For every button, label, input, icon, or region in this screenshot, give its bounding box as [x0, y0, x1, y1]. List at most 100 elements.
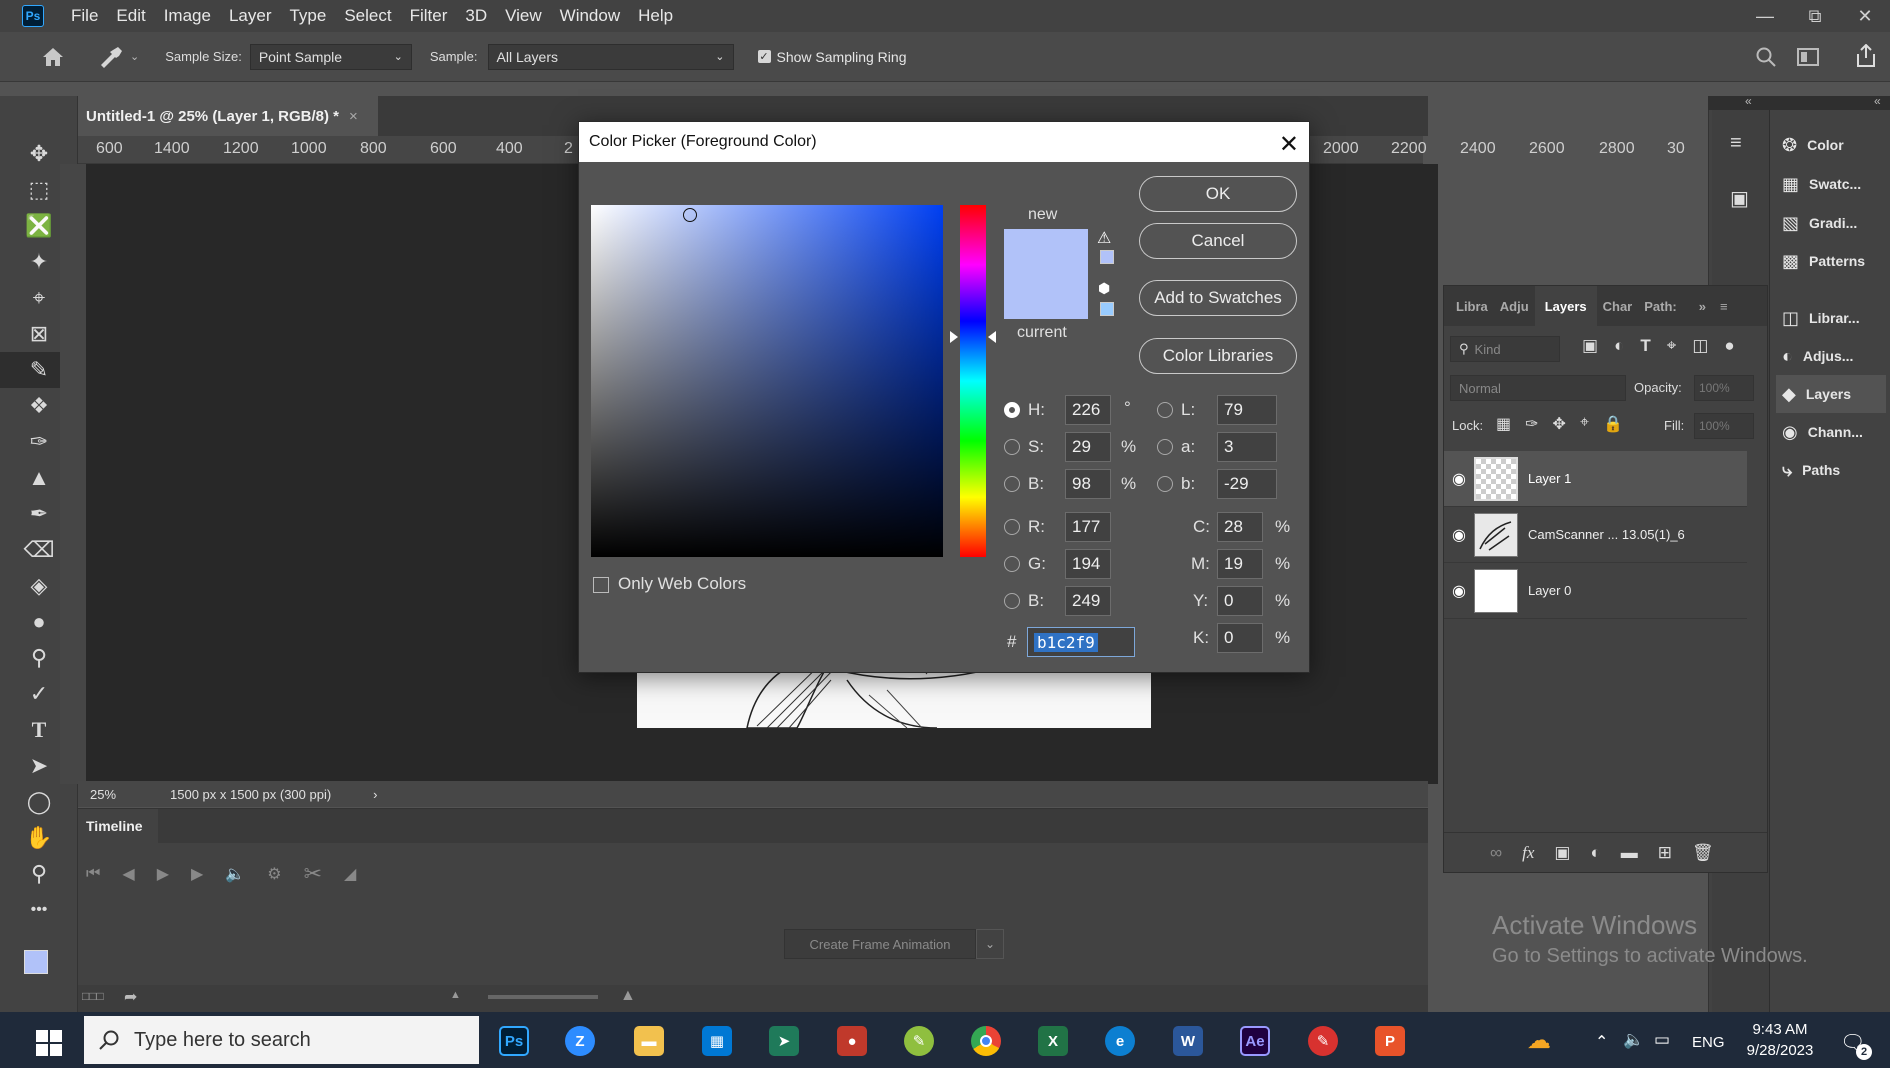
convert-icon[interactable]: ➦	[124, 987, 137, 1007]
panel-paths[interactable]: ⤷ Paths	[1782, 451, 1840, 489]
layer-row[interactable]: ◉ Layer 1	[1444, 451, 1747, 507]
opacity-field[interactable]: 100%	[1694, 375, 1754, 401]
saturation-radio[interactable]	[1004, 439, 1020, 455]
lock-all-icon[interactable]: 🔒	[1603, 414, 1623, 434]
hue-radio[interactable]	[1004, 402, 1020, 418]
web-safe-cube-icon[interactable]: ⬢	[1098, 280, 1110, 297]
tab-adjustments[interactable]: Adju	[1494, 299, 1535, 314]
saturation-input[interactable]: 29	[1065, 432, 1111, 462]
gear-icon[interactable]: ⚙	[267, 864, 281, 884]
hex-input[interactable]: b1c2f9	[1027, 627, 1135, 657]
panel-adjustments[interactable]: ◐ Adjus...	[1782, 337, 1853, 375]
frame-view-icon[interactable]: □□□	[82, 989, 104, 1003]
audio-icon[interactable]: 🔈	[225, 864, 245, 884]
volume-icon[interactable]: 🔈	[1623, 1030, 1644, 1050]
lab-a-input[interactable]: 3	[1217, 432, 1277, 462]
collapse-icon[interactable]: «	[1745, 94, 1752, 108]
panel-libraries[interactable]: ◫ Librar...	[1782, 299, 1860, 337]
panel-gradients[interactable]: ▧ Gradi...	[1782, 204, 1857, 242]
store-icon[interactable]: ▦	[702, 1026, 732, 1056]
tab-layers[interactable]: Layers	[1534, 286, 1597, 326]
gamut-warning-icon[interactable]: ⚠	[1097, 228, 1111, 248]
black-input[interactable]: 0	[1217, 623, 1263, 653]
lab-b-input[interactable]: -29	[1217, 469, 1277, 499]
brightness-input[interactable]: 98	[1065, 469, 1111, 499]
tray-chevron-icon[interactable]: ⌃	[1595, 1032, 1608, 1052]
document-tab[interactable]: Untitled-1 @ 25% (Layer 1, RGB/8) * ×	[78, 96, 378, 136]
blue-radio[interactable]	[1004, 593, 1020, 609]
taskbar-search[interactable]: Type here to search	[84, 1016, 479, 1064]
link-layers-icon[interactable]: ∞	[1490, 843, 1502, 863]
workspace-icon[interactable]	[1797, 47, 1819, 67]
battery-icon[interactable]: ▭	[1654, 1030, 1670, 1050]
zoom-tool-icon[interactable]: ⚲	[0, 856, 78, 892]
menu-filter[interactable]: Filter	[401, 6, 457, 26]
cyan-input[interactable]: 28	[1217, 512, 1263, 542]
clock[interactable]: 9:43 AM 9/28/2023	[1740, 1021, 1820, 1059]
filter-smart-object-icon[interactable]: ◫	[1692, 336, 1708, 356]
history-icon[interactable]: ≡	[1730, 132, 1742, 155]
lab-a-radio[interactable]	[1157, 439, 1173, 455]
close-window-icon[interactable]: ✕	[1840, 0, 1890, 32]
fill-field[interactable]: 100%	[1694, 413, 1754, 439]
menu-layer[interactable]: Layer	[220, 6, 281, 26]
close-tab-icon[interactable]: ×	[349, 108, 358, 125]
filter-pixel-icon[interactable]: ▣	[1582, 336, 1598, 356]
app-arrow-icon[interactable]: ➤	[769, 1026, 799, 1056]
transition-icon[interactable]: ◢	[344, 864, 356, 884]
create-frame-animation-button[interactable]: Create Frame Animation	[784, 929, 976, 959]
lock-artboard-icon[interactable]: ⌖	[1580, 414, 1589, 434]
blue-input[interactable]: 249	[1065, 586, 1111, 616]
search-icon[interactable]	[1755, 46, 1777, 68]
green-input[interactable]: 194	[1065, 549, 1111, 579]
photoshop-taskbar-icon[interactable]: Ps	[499, 1026, 529, 1056]
eye-icon[interactable]: ◉	[1452, 581, 1466, 601]
hue-slider-right-arrow[interactable]	[988, 331, 996, 343]
only-web-colors-checkbox[interactable]	[593, 577, 609, 593]
filter-toggle-icon[interactable]: ●	[1724, 336, 1734, 356]
panel-color[interactable]: ❂ Color	[1782, 126, 1844, 164]
lock-position-icon[interactable]: ✥	[1553, 414, 1566, 434]
mountain-large-icon[interactable]: ▲	[620, 987, 636, 1005]
trash-icon[interactable]: 🗑	[1692, 843, 1714, 863]
filter-shape-icon[interactable]: ⌖	[1667, 336, 1677, 356]
red-radio[interactable]	[1004, 519, 1020, 535]
color-libraries-button[interactable]: Color Libraries	[1139, 338, 1297, 374]
filter-adjustment-icon[interactable]: ◐	[1614, 336, 1624, 356]
layer-name[interactable]: Layer 1	[1528, 471, 1571, 486]
file-explorer-icon[interactable]: ▬	[634, 1026, 664, 1056]
edge-icon[interactable]: e	[1105, 1026, 1135, 1056]
minimize-icon[interactable]: —	[1740, 0, 1790, 32]
color-selector-circle[interactable]	[683, 208, 697, 222]
menu-type[interactable]: Type	[280, 6, 335, 26]
panel-swatches[interactable]: ▦ Swatc...	[1782, 165, 1861, 203]
home-icon[interactable]	[42, 47, 66, 67]
zoom-level[interactable]: 25%	[90, 787, 160, 802]
layer-row[interactable]: ◉ CamScanner ... 13.05(1)_6	[1444, 507, 1747, 563]
menu-window[interactable]: Window	[551, 6, 629, 26]
lab-l-input[interactable]: 79	[1217, 395, 1277, 425]
add-to-swatches-button[interactable]: Add to Swatches	[1139, 280, 1297, 316]
first-frame-icon[interactable]: ⏮	[86, 865, 100, 883]
previous-frame-icon[interactable]: ◀	[122, 864, 134, 884]
new-layer-icon[interactable]: ⊞	[1658, 843, 1672, 863]
folder-icon[interactable]: ▬	[1621, 843, 1638, 863]
eyedropper-tool-icon[interactable]	[98, 46, 124, 68]
collapse-icon[interactable]: «	[1874, 94, 1881, 108]
lock-image-icon[interactable]: ✑	[1525, 414, 1538, 434]
hue-slider[interactable]	[960, 205, 986, 557]
eye-icon[interactable]: ◉	[1452, 469, 1466, 489]
hue-slider-left-arrow[interactable]	[950, 331, 958, 343]
properties-icon[interactable]: ▣	[1730, 186, 1749, 211]
sample-select[interactable]: All Layers ⌄	[487, 43, 734, 70]
lab-l-radio[interactable]	[1157, 402, 1173, 418]
excel-icon[interactable]: X	[1038, 1026, 1068, 1056]
app-pen-icon[interactable]: ✎	[904, 1026, 934, 1056]
chevron-down-icon[interactable]: ⌄	[130, 50, 139, 63]
show-sampling-ring-checkbox[interactable]: ✓	[757, 50, 771, 63]
menu-file[interactable]: File	[62, 6, 107, 26]
panel-channels[interactable]: ◉ Chann...	[1782, 413, 1863, 451]
next-frame-icon[interactable]: ▶	[191, 864, 203, 884]
ellipse-tool-icon[interactable]: ◯	[0, 784, 78, 820]
yellow-input[interactable]: 0	[1217, 586, 1263, 616]
